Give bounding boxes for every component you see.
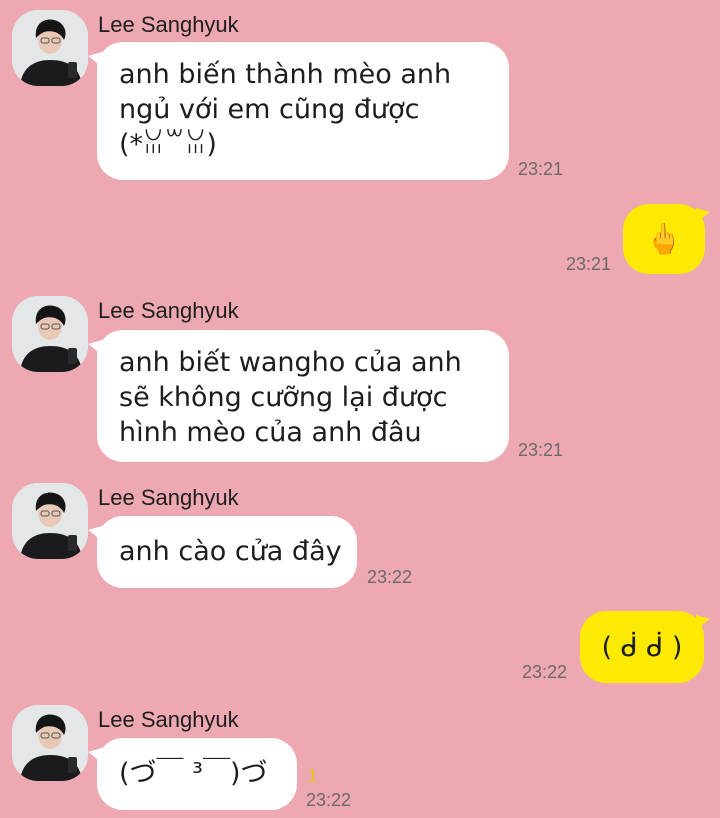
sender-name: Lee Sanghyuk — [98, 298, 239, 323]
message-text-line: (*ꈍ꒳ꈍ) — [119, 129, 217, 160]
message-text-line: (づ￣ ³￣)づ — [119, 758, 268, 789]
message-timestamp: 23:21 — [566, 254, 612, 274]
message-timestamp: 23:22 — [367, 567, 413, 587]
message-timestamp: 23:21 — [518, 440, 564, 460]
avatar-photo — [12, 10, 88, 86]
message-text-line: sẽ không cưỡng lại được — [119, 382, 448, 413]
message-bubble[interactable]: anh cào cửa đây — [97, 516, 357, 588]
message-timestamp: 23:21 — [518, 159, 564, 179]
avatar[interactable] — [12, 296, 88, 372]
bubble-tail — [696, 615, 710, 631]
message-timestamp: 23:22 — [306, 790, 352, 810]
message-text-line: hình mèo của anh đâu — [119, 417, 422, 448]
sender-name: Lee Sanghyuk — [98, 12, 239, 37]
avatar[interactable] — [12, 483, 88, 559]
avatar-photo — [12, 483, 88, 559]
outgoing-message-bubble[interactable]: ( ᑰ ᑰ ) — [580, 611, 704, 683]
unread-count: 1 — [308, 766, 318, 785]
avatar[interactable] — [12, 10, 88, 86]
avatar-photo — [12, 296, 88, 372]
message-text-line: anh cào cửa đây — [119, 536, 342, 567]
message-text-line: ngủ với em cũng được — [119, 94, 420, 125]
message-timestamp: 23:22 — [522, 662, 568, 682]
sender-name: Lee Sanghyuk — [98, 707, 239, 732]
middle-finger-emoji: 🖕 — [645, 221, 683, 257]
bubble-tail — [696, 208, 710, 224]
outgoing-message-bubble[interactable]: 🖕 — [623, 204, 705, 274]
message-bubble[interactable]: anh biết wangho của anh sẽ không cưỡng l… — [97, 330, 509, 462]
message-text-line: anh biến thành mèo anh — [119, 59, 452, 90]
message-bubble[interactable]: (づ￣ ³￣)づ — [97, 738, 297, 810]
message-text: ( ᑰ ᑰ ) — [601, 631, 683, 663]
message-bubble[interactable]: anh biến thành mèo anh ngủ với em cũng đ… — [97, 42, 509, 180]
avatar-photo — [12, 705, 88, 781]
message-text-line: anh biết wangho của anh — [119, 347, 462, 378]
avatar[interactable] — [12, 705, 88, 781]
sender-name: Lee Sanghyuk — [98, 485, 239, 510]
